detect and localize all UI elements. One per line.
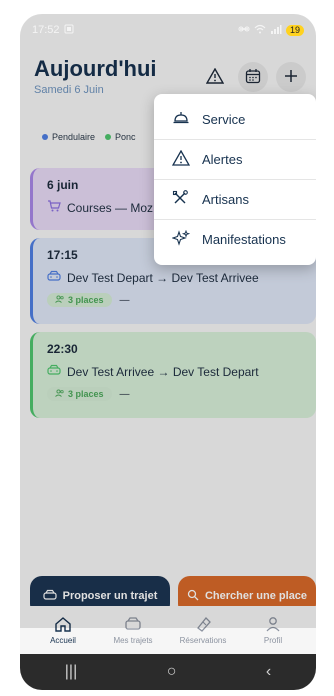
tab-label: Profil <box>263 635 283 645</box>
sparkle-icon <box>171 229 191 249</box>
service-bell-icon <box>172 110 190 129</box>
menu-item-label: Alertes <box>202 152 243 167</box>
signal-icon <box>270 24 282 37</box>
screenshot-indicator-icon <box>64 24 74 37</box>
status-left: 17:52 <box>32 24 74 37</box>
add-menu: Service Alertes Artisans Manifestations <box>154 94 316 265</box>
home-nav-button[interactable]: ○ <box>167 663 177 681</box>
phone-screen: 17:52 19 Aujourd'hui Samedi 6 Juin Pendu… <box>20 14 316 690</box>
tools-icon <box>172 190 190 209</box>
tab-label: Accueil <box>50 635 76 645</box>
status-time: 17:52 <box>32 24 60 36</box>
tab-label: Mes trajets <box>113 635 153 645</box>
tab-label: Réservations <box>179 635 227 645</box>
wifi-icon <box>254 24 266 37</box>
menu-item-label: Service <box>202 112 246 127</box>
android-nav-bar: ||| ○ ‹ <box>20 654 316 690</box>
status-right: 19 <box>238 24 304 37</box>
battery-indicator: 19 <box>286 24 304 36</box>
link-icon <box>238 24 250 37</box>
menu-item-artisans[interactable]: Artisans <box>154 180 316 220</box>
menu-item-manifestations[interactable]: Manifestations <box>154 220 316 259</box>
back-nav-button[interactable]: ‹ <box>266 663 271 681</box>
menu-item-alertes[interactable]: Alertes <box>154 140 316 180</box>
warning-icon <box>171 149 191 169</box>
menu-item-service[interactable]: Service <box>154 100 316 140</box>
menu-item-label: Artisans <box>202 192 249 207</box>
recent-apps-button[interactable]: ||| <box>65 663 77 681</box>
menu-item-label: Manifestations <box>202 232 286 247</box>
status-bar: 17:52 19 <box>20 14 316 46</box>
